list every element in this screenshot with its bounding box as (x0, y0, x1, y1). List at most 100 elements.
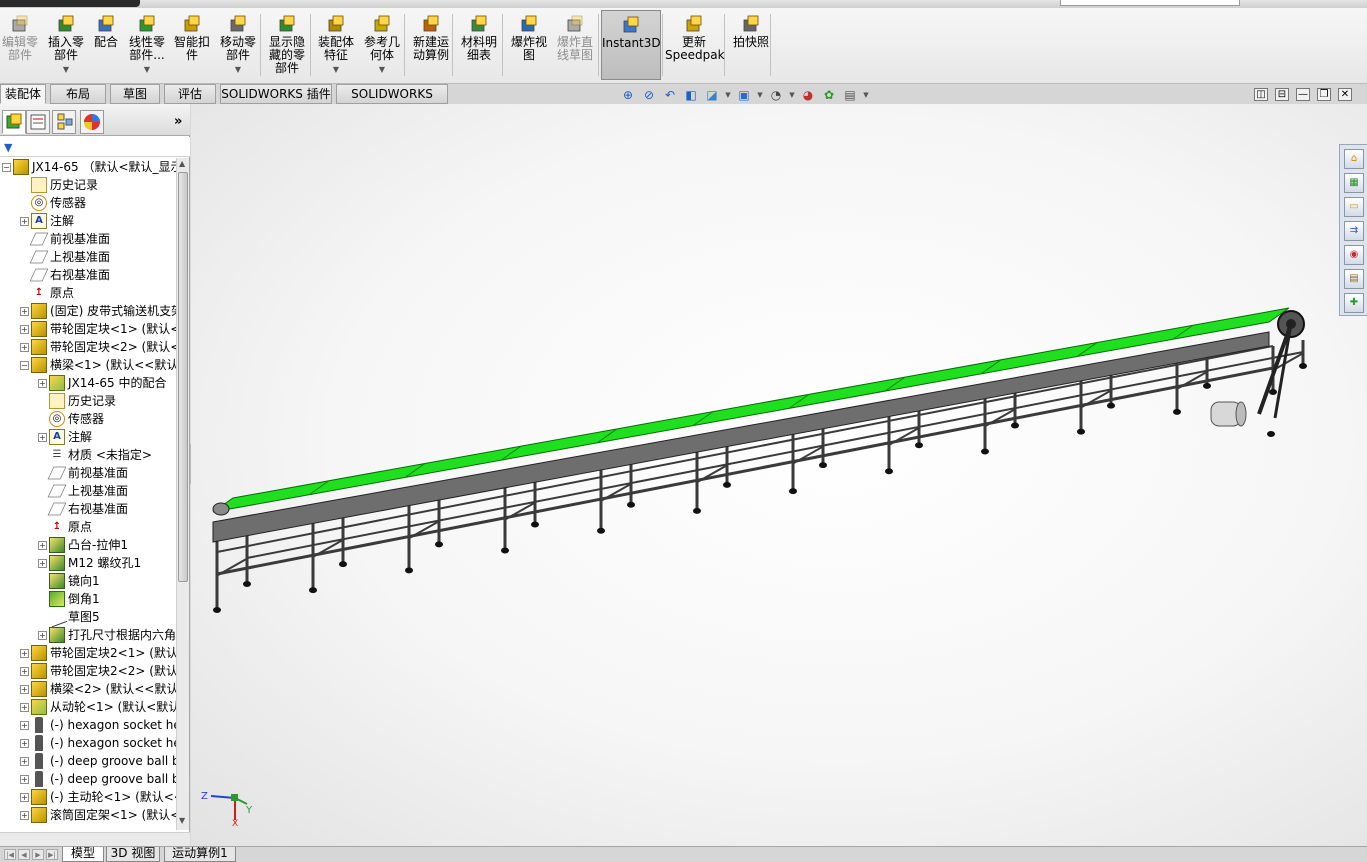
tree-node[interactable]: + 滚筒固定架<1> (默认<<默 (20, 806, 176, 824)
expand-icon[interactable]: + (20, 756, 29, 766)
command-tab-1[interactable]: 布局 (50, 84, 106, 104)
properties-icon[interactable]: ▤ (1344, 269, 1364, 289)
reference-geometry-button[interactable]: 参考几 何体 ▼ (360, 10, 404, 80)
scroll-down-icon[interactable]: ▼ (179, 816, 185, 825)
expand-icon[interactable]: + (38, 378, 47, 388)
tree-node[interactable]: 右视基准面 (38, 500, 128, 518)
expand-icon[interactable]: + (20, 774, 29, 784)
expand-icon[interactable]: + (20, 216, 29, 226)
expand-icon[interactable]: + (20, 810, 29, 820)
conveyor-model[interactable] (191, 104, 1367, 846)
tree-node[interactable]: 镜向1 (38, 572, 100, 590)
instant3d-button[interactable]: Instant3D (601, 10, 661, 80)
tree-node[interactable]: ↥ 原点 (38, 518, 92, 536)
close-icon[interactable]: ✕ (1338, 88, 1352, 101)
explode-line-sketch-button[interactable]: 爆炸直 线草图 (552, 10, 598, 80)
prev-tab-icon[interactable]: ◀ (18, 849, 30, 860)
expand-icon[interactable]: + (20, 648, 29, 658)
chevron-down-icon[interactable]: ▼ (788, 86, 796, 104)
tree-node[interactable]: + (-) 主动轮<1> (默认<<默 (20, 788, 176, 806)
tree-node[interactable]: + (固定) 皮带式输送机支架< (20, 302, 176, 320)
tree-node[interactable]: + 打孔尺寸根据内六角圆 (38, 626, 176, 644)
tree-node[interactable]: 历史记录 (38, 392, 116, 410)
command-tab-2[interactable]: 草图 (110, 84, 160, 104)
tree-node[interactable]: + (-) deep groove ball bea (20, 752, 176, 770)
chevron-down-icon[interactable]: ▼ (862, 86, 870, 104)
tree-node[interactable]: + A 注解 (38, 428, 92, 446)
expand-icon[interactable]: + (20, 684, 29, 694)
move-component-button[interactable]: 移动零 部件 ▼ (218, 10, 258, 80)
tree-node[interactable]: + A 注解 (20, 212, 74, 230)
smart-fasteners-button[interactable]: 智能扣 件 (170, 10, 214, 80)
minimize-icon[interactable]: — (1296, 88, 1310, 101)
display-style-icon[interactable]: ▣ (735, 86, 753, 104)
tree-node[interactable]: 前视基准面 (20, 230, 110, 248)
zoom-area-icon[interactable]: ⊘ (640, 86, 658, 104)
graphics-area[interactable]: ⌂ ▦ ▭ ⇉ ◉ ▤ ✚ Z Y X (191, 104, 1367, 846)
tree-node[interactable]: + 凸台-拉伸1 (38, 536, 128, 554)
expand-icon[interactable]: + (20, 792, 29, 802)
explorer-icon[interactable]: ⇉ (1344, 221, 1364, 241)
section-view-icon[interactable]: ◧ (682, 86, 700, 104)
forum-icon[interactable]: ✚ (1344, 293, 1364, 313)
bom-button[interactable]: 材料明 细表 (456, 10, 502, 80)
expand-icon[interactable]: + (38, 540, 47, 550)
zoom-to-fit-icon[interactable]: ⊕ (619, 86, 637, 104)
previous-view-icon[interactable]: ↶ (661, 86, 679, 104)
tree-node[interactable]: ↥ 原点 (20, 284, 74, 302)
chevron-down-icon[interactable]: ▼ (756, 86, 764, 104)
last-tab-icon[interactable]: ▶| (46, 849, 58, 860)
apply-scene-icon[interactable]: ✿ (820, 86, 838, 104)
tree-node[interactable]: + 带轮固定块2<1> (默认<< (20, 644, 176, 662)
command-tab-0[interactable]: 装配体 (0, 84, 46, 104)
chevron-down-icon[interactable]: ▼ (724, 86, 732, 104)
tree-node[interactable]: + (-) hexagon socket head (20, 716, 176, 734)
next-tab-icon[interactable]: ▶ (32, 849, 44, 860)
expand-icon[interactable]: + (38, 630, 47, 640)
chevron-down-icon[interactable]: ▼ (44, 63, 88, 76)
edit-appearance-icon[interactable]: ◕ (799, 86, 817, 104)
maximize-icon[interactable]: ❐ (1317, 88, 1331, 101)
tree-node[interactable]: − JX14-65 （默认<默认_显示状 (2, 158, 176, 176)
tree-node[interactable]: + 带轮固定块2<2> (默认<< (20, 662, 176, 680)
command-tab-3[interactable]: 评估 (164, 84, 216, 104)
tree-node[interactable]: 上视基准面 (20, 248, 110, 266)
show-hidden-button[interactable]: 显示隐 藏的零 部件 (264, 10, 310, 80)
chevron-down-icon[interactable]: ▼ (314, 63, 358, 76)
resources-icon[interactable]: ▦ (1344, 173, 1364, 193)
panel-expand-button[interactable]: » (174, 114, 182, 129)
tree-node[interactable]: ◎ 传感器 (20, 194, 86, 212)
expand-icon[interactable]: + (20, 702, 29, 712)
appearances-icon[interactable]: ◉ (1344, 245, 1364, 265)
tile-icon[interactable]: ◫ (1254, 88, 1268, 101)
view-orientation-icon[interactable]: ◪ (703, 86, 721, 104)
chevron-down-icon[interactable]: ▼ (126, 63, 168, 76)
expand-icon[interactable]: + (20, 720, 29, 730)
update-speedpak-button[interactable]: 更新 Speedpak (665, 10, 725, 80)
tree-node[interactable]: + 横梁<2> (默认<<默认>_显 (20, 680, 176, 698)
linear-pattern-button[interactable]: 线性零 部件... ▼ (126, 10, 168, 80)
expand-icon[interactable]: + (20, 324, 29, 334)
scroll-up-icon[interactable]: ▲ (179, 159, 185, 168)
bottom-tab-1[interactable]: 3D 视图 (106, 847, 160, 862)
display-manager-tab[interactable] (80, 110, 104, 134)
tree-vertical-scrollbar[interactable]: ▲ ▼ (176, 158, 189, 830)
expand-icon[interactable]: + (20, 738, 29, 748)
command-tab-5[interactable]: SOLIDWORKS MBD (336, 84, 448, 119)
tree-node[interactable]: + 带轮固定块<1> (默认<<默 (20, 320, 176, 338)
tree-horizontal-scrollbar[interactable] (0, 832, 190, 846)
collapse-icon[interactable]: − (20, 360, 29, 370)
tree-node[interactable]: 上视基准面 (38, 482, 128, 500)
library-icon[interactable]: ▭ (1344, 197, 1364, 217)
tree-filter[interactable]: ▼ (0, 137, 190, 157)
tree-node[interactable]: + M12 螺纹孔1 (38, 554, 141, 572)
restore-view-icon[interactable]: ⊟ (1275, 88, 1289, 101)
home-icon[interactable]: ⌂ (1344, 149, 1364, 169)
feature-manager-tab[interactable] (2, 110, 26, 134)
tree-scroll-thumb[interactable] (178, 172, 188, 582)
take-snapshot-button[interactable]: 拍快照 (728, 10, 774, 80)
expand-icon[interactable]: + (20, 342, 29, 352)
expand-icon[interactable]: + (20, 306, 29, 316)
tree-node[interactable]: 前视基准面 (38, 464, 128, 482)
edit-component-button[interactable]: 编辑零 部件 (0, 10, 40, 80)
